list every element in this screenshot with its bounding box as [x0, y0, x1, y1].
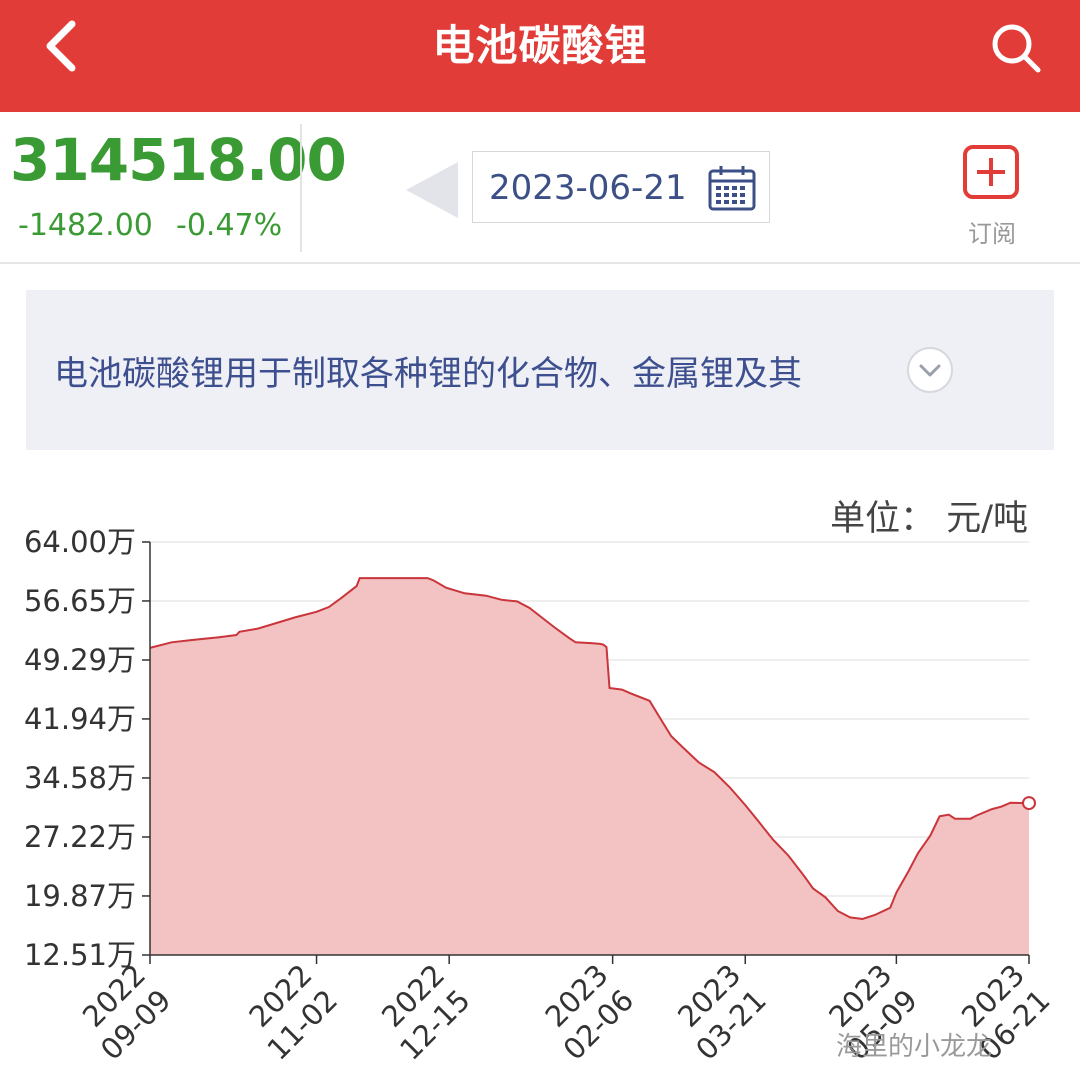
- subscribe-label[interactable]: 订阅: [960, 214, 1024, 249]
- y-tick-label: 41.94万: [24, 702, 136, 736]
- watermark-text: 海里的小龙龙: [836, 1032, 993, 1062]
- x-tick-label: 202209-09: [76, 958, 178, 1067]
- divider: [300, 124, 302, 252]
- description-box: 电池碳酸锂用于制取各种锂的化合物、金属锂及其: [26, 290, 1054, 450]
- price-area-chart: 64.00万 56.65万 49.29万 41.94万 34.58万 27.22万 19.8…: [24, 525, 1057, 1067]
- x-tick-label: 202211-02: [242, 958, 344, 1067]
- subscribe-plus-icon[interactable]: [962, 144, 1020, 200]
- description-text: 电池碳酸锂用于制取各种锂的化合物、金属锂及其: [54, 354, 802, 394]
- x-tick-label: 202302-06: [539, 958, 641, 1067]
- current-price: 314518.00: [10, 126, 347, 194]
- app-header: 电池碳酸锂: [0, 0, 1080, 112]
- price-change-percent: -0.47%: [176, 208, 283, 243]
- last-price-point: [1022, 796, 1036, 811]
- y-tick-label: 34.58万: [24, 761, 136, 795]
- previous-date-arrow-icon[interactable]: [404, 160, 460, 220]
- expand-chevron-icon[interactable]: [906, 346, 954, 394]
- y-tick-label: 64.00万: [24, 525, 136, 559]
- price-change: -1482.00: [18, 208, 153, 243]
- x-tick-label: 202212-15: [375, 958, 477, 1067]
- date-value: 2023-06-21: [489, 168, 687, 208]
- y-axis-labels: 64.00万 56.65万 49.29万 41.94万 34.58万 27.22万 19.8…: [24, 525, 136, 972]
- page-title: 电池碳酸锂: [432, 21, 648, 70]
- calendar-icon[interactable]: [707, 164, 757, 212]
- y-tick-label: 19.87万: [24, 879, 136, 913]
- y-tick-label: 49.29万: [24, 643, 136, 677]
- date-picker[interactable]: 2023-06-21: [472, 151, 770, 223]
- x-tick-label: 202303-21: [671, 958, 773, 1067]
- search-icon[interactable]: [988, 20, 1044, 76]
- y-tick-label: 56.65万: [24, 584, 136, 618]
- price-area-fill: [150, 578, 1029, 955]
- y-tick-label: 27.22万: [24, 820, 136, 854]
